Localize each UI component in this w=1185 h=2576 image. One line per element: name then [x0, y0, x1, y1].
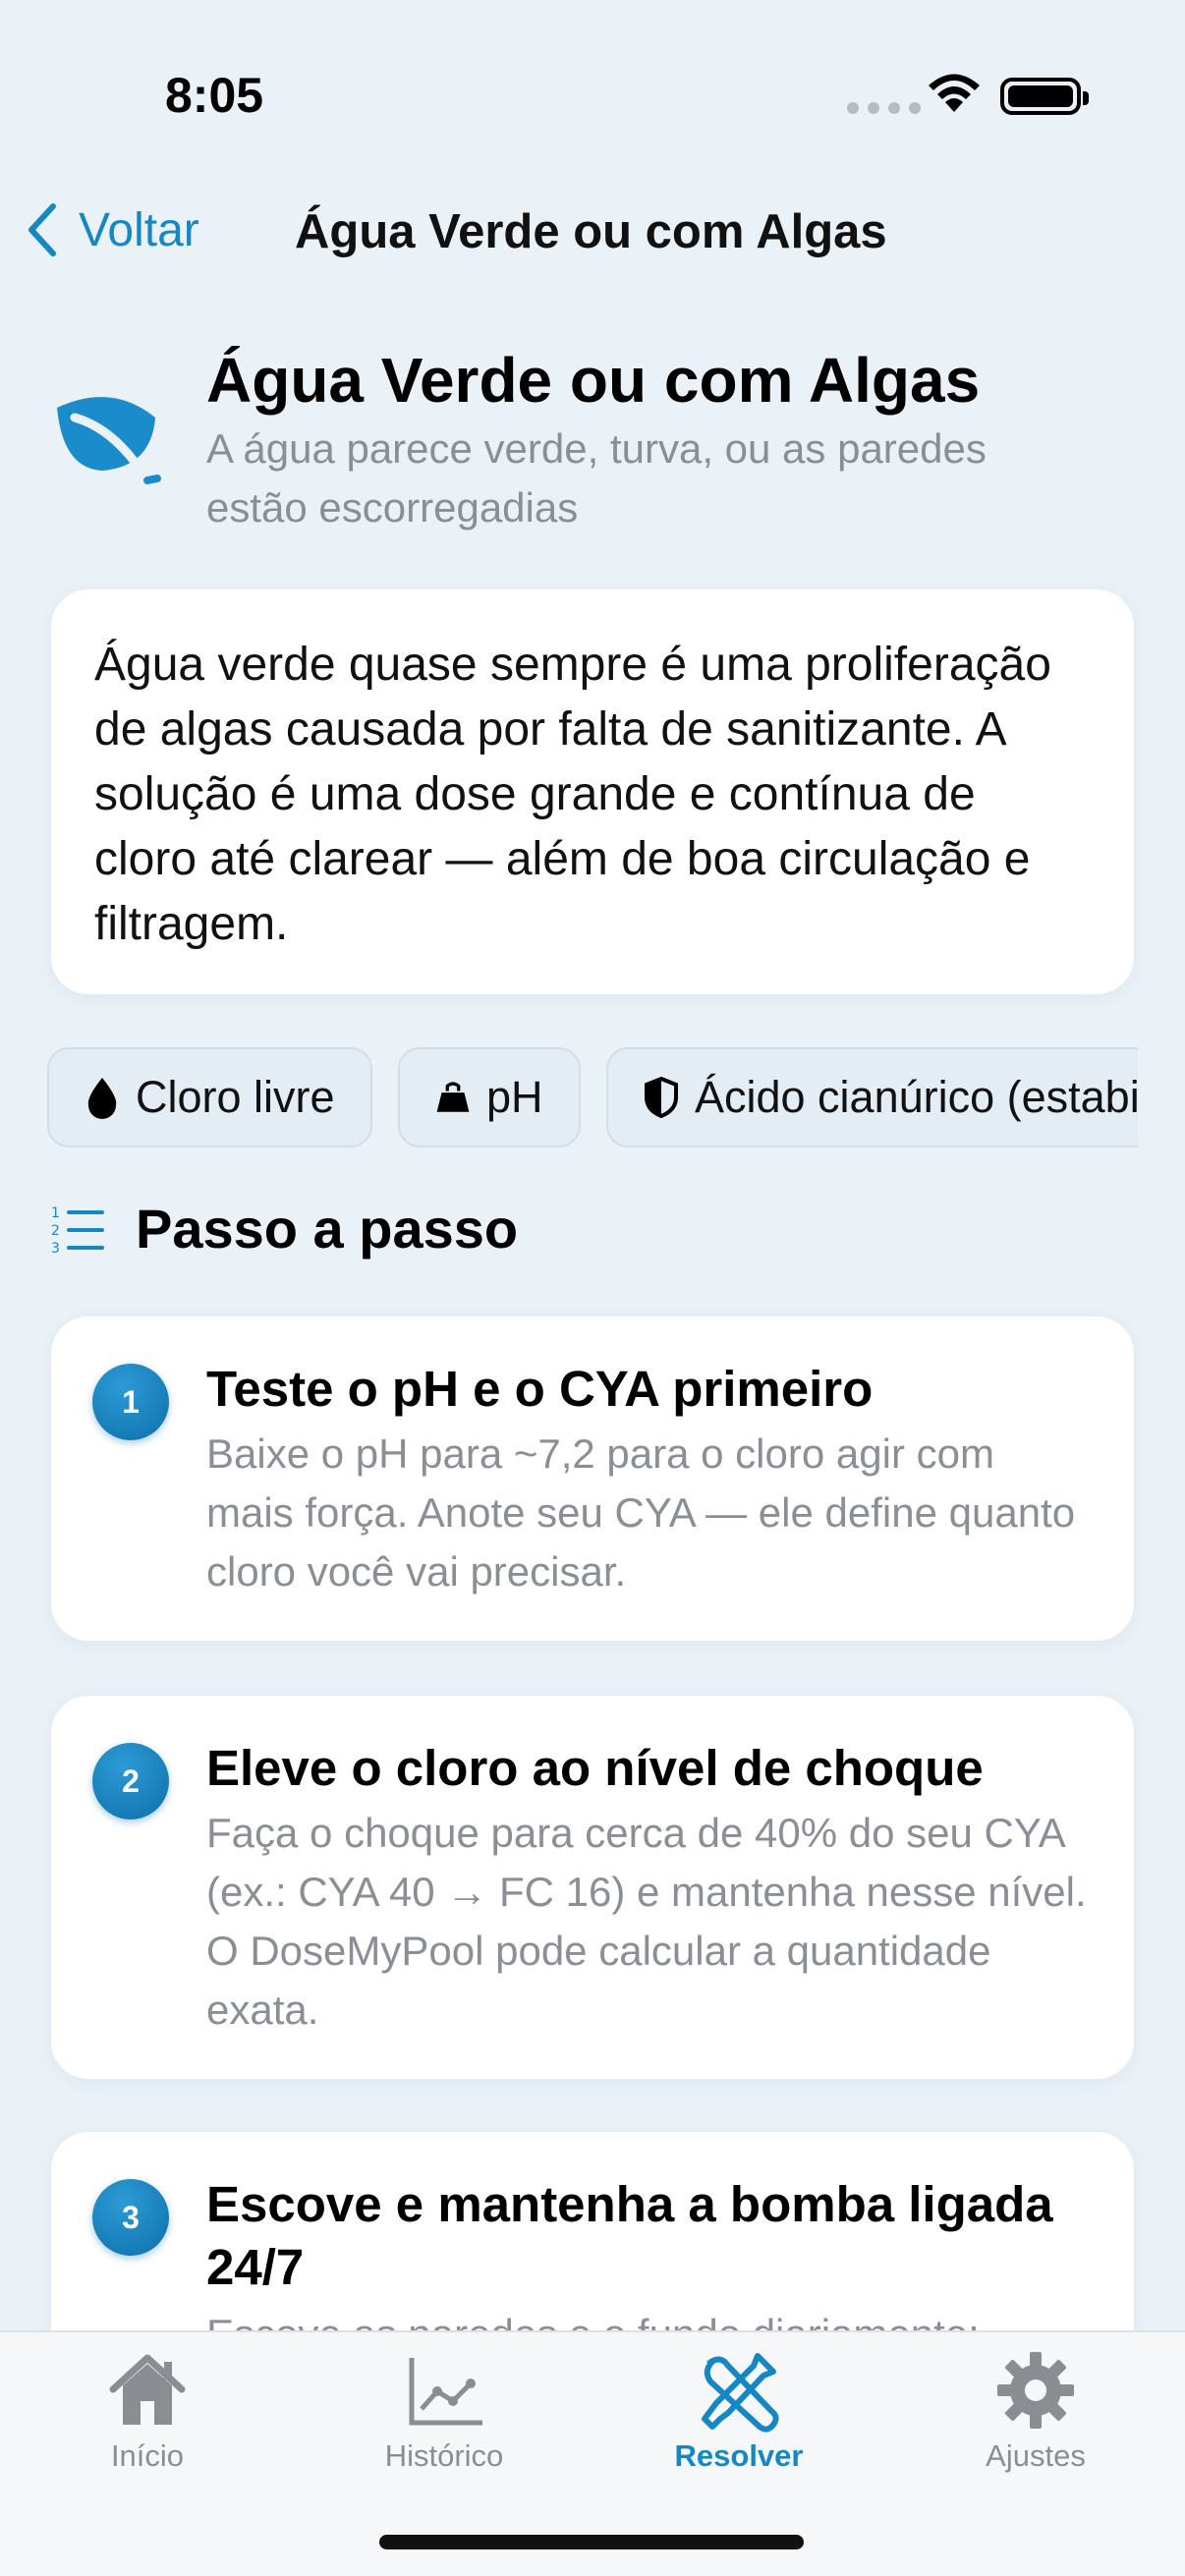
status-time: 8:05	[165, 68, 264, 123]
shield-icon	[644, 1076, 678, 1119]
tab-inicio[interactable]: Início	[49, 2346, 246, 2474]
step-title: Eleve o cloro ao nível de choque	[206, 1740, 984, 1796]
section-title: Passo a passo	[136, 1198, 519, 1260]
step-number-badge: 3	[92, 2179, 169, 2256]
step-card: 2 Eleve o cloro ao nível de choque Faça …	[51, 1696, 1134, 2079]
svg-text:2: 2	[51, 1223, 60, 1239]
tab-label: Resolver	[674, 2438, 804, 2473]
tab-historico[interactable]: Histórico	[346, 2346, 542, 2474]
chip-free-chlorine[interactable]: Cloro livre	[47, 1047, 372, 1148]
chip-cyanuric-acid[interactable]: Ácido cianúrico (estabilizante)	[605, 1047, 1138, 1148]
home-indicator[interactable]	[379, 2535, 804, 2549]
status-bar: 8:05	[0, 0, 1185, 187]
page-subtitle: A água parece verde, turva, ou as parede…	[206, 425, 987, 531]
step-title: Teste o pH e o CYA primeiro	[206, 1361, 874, 1417]
tab-label: Histórico	[384, 2438, 504, 2473]
chip-label: pH	[486, 1072, 543, 1122]
chip-label: Ácido cianúrico (estabilizante)	[694, 1072, 1138, 1122]
page-title: Água Verde ou com Algas	[206, 345, 981, 416]
chart-icon	[409, 2358, 482, 2426]
battery-icon	[1000, 78, 1089, 115]
tab-label: Início	[110, 2438, 185, 2473]
navigation-bar: Voltar Água Verde ou com Algas	[0, 187, 1185, 275]
intro-card: Água verde quase sempre é uma proliferaç…	[51, 589, 1134, 994]
section-header: 1 2 3 Passo a passo	[51, 1197, 518, 1260]
svg-text:1: 1	[51, 1205, 60, 1221]
parameter-chips: Cloro livre pH Ácido cianúrico (estabili…	[47, 1047, 1138, 1149]
drop-icon	[87, 1078, 117, 1119]
svg-text:3: 3	[51, 1241, 60, 1255]
cellular-dots-icon	[847, 102, 921, 114]
house-icon	[109, 2354, 186, 2425]
step-description: Faça o choque para cerca de 40% do seu C…	[206, 1810, 1087, 2033]
gear-icon	[997, 2352, 1074, 2429]
wrench-screwdriver-icon	[702, 2353, 779, 2433]
wifi-icon	[929, 74, 980, 112]
back-label: Voltar	[79, 203, 199, 256]
step-card: 1 Teste o pH e o CYA primeiro Baixe o pH…	[51, 1316, 1134, 1641]
step-title: Escove e mantenha a bomba ligada 24/7	[206, 2176, 1053, 2295]
chevron-left-icon	[28, 203, 56, 256]
tab-resolver[interactable]: Resolver	[641, 2346, 837, 2474]
nav-title: Água Verde ou com Algas	[295, 205, 887, 258]
kettlebell-icon	[436, 1082, 470, 1112]
numbered-list-icon: 1 2 3	[51, 1205, 104, 1255]
tab-ajustes[interactable]: Ajustes	[937, 2346, 1134, 2474]
step-number-badge: 2	[92, 1743, 169, 1820]
step-number-badge: 1	[92, 1364, 169, 1440]
chip-label: Cloro livre	[136, 1072, 335, 1122]
chip-ph[interactable]: pH	[398, 1047, 581, 1148]
leaf-icon	[57, 397, 161, 485]
tab-label: Ajustes	[986, 2438, 1086, 2473]
back-button[interactable]: Voltar	[24, 200, 199, 259]
step-description: Baixe o pH para ~7,2 para o cloro agir c…	[206, 1430, 1076, 1595]
